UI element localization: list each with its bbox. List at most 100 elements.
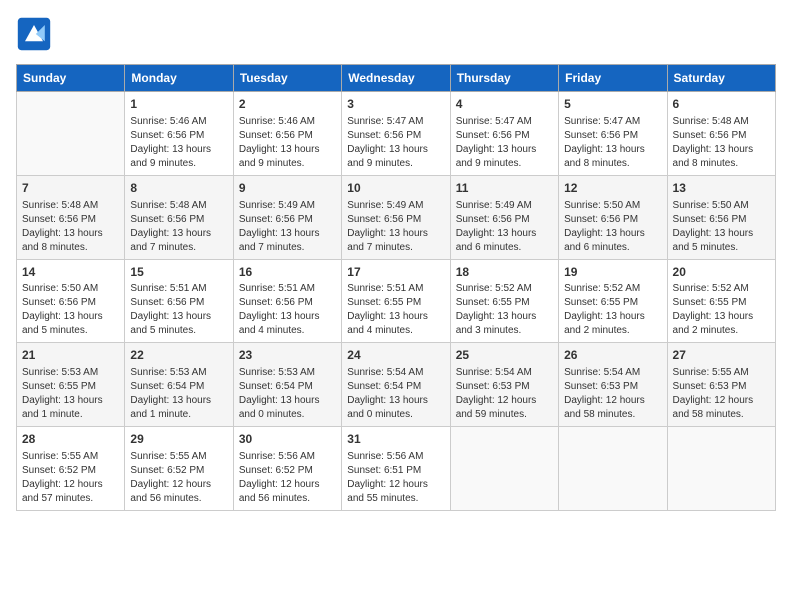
day-info: Daylight: 13 hours [564, 310, 661, 324]
header-day-saturday: Saturday [667, 65, 775, 92]
day-number: 31 [347, 431, 444, 448]
day-info: Sunset: 6:56 PM [130, 129, 227, 143]
day-info: Sunset: 6:56 PM [347, 213, 444, 227]
day-info: Sunrise: 5:55 AM [673, 366, 770, 380]
day-number: 4 [456, 96, 553, 113]
day-info: Daylight: 13 hours [673, 143, 770, 157]
calendar-cell [667, 427, 775, 511]
day-info: Daylight: 13 hours [564, 143, 661, 157]
calendar-cell: 10 Sunrise: 5:49 AMSunset: 6:56 PMDayligh… [342, 175, 450, 259]
day-number: 14 [22, 264, 119, 281]
day-info: Daylight: 13 hours [130, 394, 227, 408]
day-info: Daylight: 13 hours [130, 310, 227, 324]
calendar-cell: 13Sunrise: 5:50 AMSunset: 6:56 PMDayligh… [667, 175, 775, 259]
day-number: 10 [347, 180, 444, 197]
day-info: Sunset: 6:56 PM [239, 129, 336, 143]
day-number: 6 [673, 96, 770, 113]
day-info: Sunrise: 5:50 AM [22, 282, 119, 296]
day-info: Daylight: 12 hours [130, 478, 227, 492]
day-number: 12 [564, 180, 661, 197]
day-number: 11 [456, 180, 553, 197]
calendar-week-4: 21Sunrise: 5:53 AMSunset: 6:55 PMDayligh… [17, 343, 776, 427]
day-info: Sunrise: 5:52 AM [456, 282, 553, 296]
day-info: Sunset: 6:56 PM [239, 213, 336, 227]
calendar-cell [559, 427, 667, 511]
day-number: 18 [456, 264, 553, 281]
day-info: Sunrise: 5:52 AM [673, 282, 770, 296]
day-info: Daylight: 13 hours [347, 143, 444, 157]
calendar-cell: 19Sunrise: 5:52 AMSunset: 6:55 PMDayligh… [559, 259, 667, 343]
day-info: Daylight: 12 hours [456, 394, 553, 408]
day-number: 5 [564, 96, 661, 113]
day-info: Sunrise: 5:51 AM [239, 282, 336, 296]
calendar-cell [17, 92, 125, 176]
day-info: Daylight: 13 hours [130, 143, 227, 157]
day-info: and 56 minutes. [239, 492, 336, 506]
calendar-cell: 23Sunrise: 5:53 AMSunset: 6:54 PMDayligh… [233, 343, 341, 427]
header-day-wednesday: Wednesday [342, 65, 450, 92]
day-info: Sunrise: 5:47 AM [347, 115, 444, 129]
day-info: and 9 minutes. [347, 157, 444, 171]
day-info: Daylight: 13 hours [130, 227, 227, 241]
day-info: Sunrise: 5:52 AM [564, 282, 661, 296]
day-info: and 1 minute. [22, 408, 119, 422]
day-info: Sunrise: 5:53 AM [239, 366, 336, 380]
day-info: Sunrise: 5:51 AM [130, 282, 227, 296]
day-info: Daylight: 13 hours [239, 227, 336, 241]
day-info: Sunrise: 5:49 AM [456, 199, 553, 213]
calendar-cell: 18Sunrise: 5:52 AMSunset: 6:55 PMDayligh… [450, 259, 558, 343]
logo-icon [16, 16, 52, 52]
day-info: Daylight: 12 hours [673, 394, 770, 408]
day-number: 29 [130, 431, 227, 448]
day-info: and 2 minutes. [564, 324, 661, 338]
day-info: Sunrise: 5:55 AM [130, 450, 227, 464]
calendar-cell: 5Sunrise: 5:47 AMSunset: 6:56 PMDaylight… [559, 92, 667, 176]
day-info: Sunrise: 5:53 AM [130, 366, 227, 380]
day-info: Sunrise: 5:54 AM [564, 366, 661, 380]
day-info: Sunrise: 5:51 AM [347, 282, 444, 296]
day-info: Sunrise: 5:53 AM [22, 366, 119, 380]
day-number: 28 [22, 431, 119, 448]
day-info: Sunset: 6:56 PM [239, 296, 336, 310]
day-info: and 7 minutes. [239, 241, 336, 255]
calendar-cell: 15Sunrise: 5:51 AMSunset: 6:56 PMDayligh… [125, 259, 233, 343]
calendar-cell: 11Sunrise: 5:49 AMSunset: 6:56 PMDayligh… [450, 175, 558, 259]
day-info: and 4 minutes. [239, 324, 336, 338]
day-info: and 5 minutes. [130, 324, 227, 338]
day-info: Daylight: 13 hours [456, 310, 553, 324]
day-info: and 9 minutes. [456, 157, 553, 171]
day-info: Sunset: 6:55 PM [456, 296, 553, 310]
day-info: and 9 minutes. [130, 157, 227, 171]
day-number: 16 [239, 264, 336, 281]
header-day-monday: Monday [125, 65, 233, 92]
day-info: Daylight: 13 hours [347, 227, 444, 241]
day-info: Daylight: 13 hours [456, 227, 553, 241]
day-info: and 0 minutes. [239, 408, 336, 422]
calendar-cell: 2Sunrise: 5:46 AMSunset: 6:56 PMDaylight… [233, 92, 341, 176]
day-info: Sunset: 6:56 PM [564, 213, 661, 227]
day-info: Sunset: 6:56 PM [22, 296, 119, 310]
day-info: Sunset: 6:55 PM [347, 296, 444, 310]
calendar-cell: 4Sunrise: 5:47 AMSunset: 6:56 PMDaylight… [450, 92, 558, 176]
calendar-cell: 25Sunrise: 5:54 AMSunset: 6:53 PMDayligh… [450, 343, 558, 427]
day-info: Sunrise: 5:49 AM [347, 199, 444, 213]
day-number: 22 [130, 347, 227, 364]
day-number: 25 [456, 347, 553, 364]
day-info: Sunrise: 5:54 AM [456, 366, 553, 380]
day-info: Sunrise: 5:55 AM [22, 450, 119, 464]
day-info: and 57 minutes. [22, 492, 119, 506]
calendar-cell: 9Sunrise: 5:49 AMSunset: 6:56 PMDaylight… [233, 175, 341, 259]
calendar-cell: 28Sunrise: 5:55 AMSunset: 6:52 PMDayligh… [17, 427, 125, 511]
day-info: Daylight: 13 hours [673, 310, 770, 324]
calendar-body: 1Sunrise: 5:46 AMSunset: 6:56 PMDaylight… [17, 92, 776, 511]
day-number: 15 [130, 264, 227, 281]
day-info: and 56 minutes. [130, 492, 227, 506]
calendar-cell: 31Sunrise: 5:56 AMSunset: 6:51 PMDayligh… [342, 427, 450, 511]
calendar-cell: 27Sunrise: 5:55 AMSunset: 6:53 PMDayligh… [667, 343, 775, 427]
day-info: Daylight: 12 hours [564, 394, 661, 408]
day-info: Daylight: 13 hours [239, 143, 336, 157]
day-info: and 0 minutes. [347, 408, 444, 422]
day-info: and 4 minutes. [347, 324, 444, 338]
day-info: Daylight: 12 hours [239, 478, 336, 492]
calendar-cell: 17Sunrise: 5:51 AMSunset: 6:55 PMDayligh… [342, 259, 450, 343]
